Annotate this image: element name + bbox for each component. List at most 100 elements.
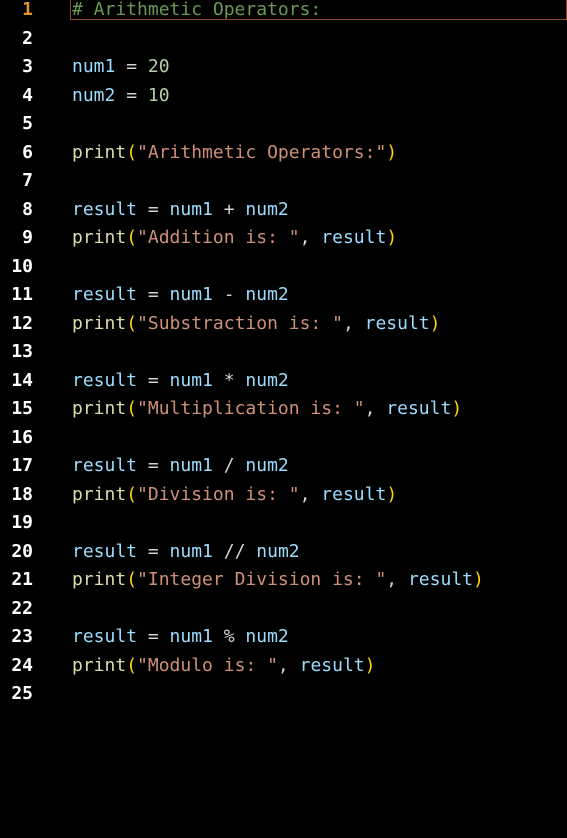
code-token-var: num2 bbox=[245, 626, 289, 647]
code-token-op: % bbox=[212, 626, 246, 647]
code-line[interactable]: 23 result = num1 % num2 bbox=[0, 626, 567, 655]
code-token-paren: ) bbox=[451, 398, 463, 419]
line-code: result = num1 + num2 bbox=[72, 199, 289, 221]
code-token-var: num1 bbox=[169, 455, 213, 476]
line-code: print("Division is: ", result) bbox=[72, 484, 397, 506]
code-line[interactable]: 17 result = num1 / num2 bbox=[0, 455, 567, 484]
code-line[interactable]: 5 bbox=[0, 113, 567, 142]
code-line[interactable]: 3 num1 = 20 bbox=[0, 56, 567, 85]
code-line[interactable]: 16 bbox=[0, 427, 567, 456]
code-token-str: "Addition is: " bbox=[137, 227, 300, 248]
code-token-paren: ) bbox=[364, 654, 376, 676]
code-line[interactable]: 6 print("Arithmetic Operators:") bbox=[0, 142, 567, 171]
code-token-func: print bbox=[72, 483, 127, 505]
line-number: 16 bbox=[11, 426, 33, 448]
line-code: result = num1 // num2 bbox=[72, 541, 300, 563]
line-number: 10 bbox=[11, 255, 33, 277]
code-token-punc: , bbox=[364, 398, 387, 419]
code-token-paren: ( bbox=[126, 483, 138, 505]
line-number: 1 bbox=[22, 0, 33, 20]
code-token-var: result bbox=[72, 455, 138, 476]
code-line[interactable]: 25 bbox=[0, 683, 567, 712]
code-token-comment: # Arithmetic Operators: bbox=[72, 0, 322, 20]
line-number: 25 bbox=[11, 683, 33, 704]
line-number: 7 bbox=[22, 170, 33, 191]
code-token-paren: ) bbox=[386, 227, 398, 248]
code-token-punc: , bbox=[342, 312, 365, 334]
line-code: print("Arithmetic Operators:") bbox=[72, 142, 397, 164]
code-token-var: result bbox=[321, 483, 387, 505]
line-number: 18 bbox=[11, 483, 33, 505]
code-token-op: = bbox=[137, 369, 170, 391]
line-code: num1 = 20 bbox=[72, 56, 170, 78]
code-token-str: "Multiplication is: " bbox=[137, 398, 365, 419]
code-line[interactable]: 13 bbox=[0, 341, 567, 370]
code-line[interactable]: 1 # Arithmetic Operators: bbox=[0, 0, 567, 28]
code-token-punc: , bbox=[299, 483, 322, 505]
code-token-str: "Substraction is: " bbox=[137, 312, 343, 334]
code-line[interactable]: 4 num2 = 10 bbox=[0, 85, 567, 114]
code-token-var: num2 bbox=[72, 84, 116, 106]
code-line[interactable]: 20 result = num1 // num2 bbox=[0, 541, 567, 570]
code-token-paren: ) bbox=[429, 312, 441, 334]
line-code: print("Integer Division is: ", result) bbox=[72, 569, 484, 591]
code-editor[interactable]: 1 # Arithmetic Operators: 2 3 num1 = 20 4 num2… bbox=[0, 0, 567, 838]
code-line[interactable]: 15 print("Multiplication is: ", result) bbox=[0, 398, 567, 427]
code-token-paren: ) bbox=[473, 569, 484, 590]
code-token-paren: ( bbox=[126, 141, 138, 163]
code-token-op: // bbox=[212, 540, 257, 562]
code-token-num: 20 bbox=[147, 56, 170, 77]
code-token-paren: ( bbox=[126, 654, 138, 676]
line-number: 12 bbox=[11, 312, 33, 334]
line-number: 15 bbox=[11, 398, 33, 419]
line-number: 11 bbox=[11, 284, 33, 305]
code-token-var: num2 bbox=[245, 455, 289, 476]
code-line[interactable]: 12 print("Substraction is: ", result) bbox=[0, 313, 567, 342]
line-number: 14 bbox=[11, 369, 33, 391]
code-token-var: result bbox=[72, 369, 138, 391]
line-number: 20 bbox=[11, 540, 33, 562]
code-token-func: print bbox=[72, 227, 127, 248]
code-line[interactable]: 18 print("Division is: ", result) bbox=[0, 484, 567, 513]
code-token-str: "Arithmetic Operators:" bbox=[137, 141, 387, 163]
code-token-var: result bbox=[364, 312, 430, 334]
code-token-var: result bbox=[72, 284, 138, 305]
code-token-op: * bbox=[212, 369, 246, 391]
line-number: 4 bbox=[22, 84, 33, 106]
code-token-str: "Division is: " bbox=[137, 483, 300, 505]
code-line[interactable]: 8 result = num1 + num2 bbox=[0, 199, 567, 228]
code-token-paren: ) bbox=[386, 141, 398, 163]
line-code: num2 = 10 bbox=[72, 85, 170, 107]
code-token-punc: , bbox=[299, 227, 322, 248]
code-line[interactable]: 21 print("Integer Division is: ", result) bbox=[0, 569, 567, 598]
line-number: 17 bbox=[11, 455, 33, 476]
line-number: 2 bbox=[22, 27, 33, 49]
code-token-num: 10 bbox=[147, 84, 170, 106]
code-line[interactable]: 7 bbox=[0, 170, 567, 199]
code-line[interactable]: 9 print("Addition is: ", result) bbox=[0, 227, 567, 256]
code-line[interactable]: 14 result = num1 * num2 bbox=[0, 370, 567, 399]
line-number: 8 bbox=[22, 198, 33, 220]
code-token-var: result bbox=[407, 569, 473, 590]
code-token-var: num1 bbox=[169, 540, 213, 562]
code-token-var: result bbox=[386, 398, 452, 419]
line-code: result = num1 - num2 bbox=[72, 284, 289, 306]
line-code: print("Multiplication is: ", result) bbox=[72, 398, 462, 420]
line-code: print("Substraction is: ", result) bbox=[72, 313, 441, 335]
code-token-op: = bbox=[137, 540, 170, 562]
code-line[interactable]: 2 bbox=[0, 28, 567, 57]
code-token-str: "Modulo is: " bbox=[137, 654, 278, 676]
code-token-var: num2 bbox=[245, 284, 289, 305]
code-token-var: num1 bbox=[169, 369, 213, 391]
code-line[interactable]: 24 print("Modulo is: ", result) bbox=[0, 655, 567, 684]
code-line[interactable]: 10 bbox=[0, 256, 567, 285]
line-code: result = num1 * num2 bbox=[72, 370, 289, 392]
code-token-paren: ( bbox=[126, 312, 138, 334]
code-line[interactable]: 11 result = num1 - num2 bbox=[0, 284, 567, 313]
line-number: 3 bbox=[22, 56, 33, 77]
line-number: 13 bbox=[11, 341, 33, 362]
code-line[interactable]: 22 bbox=[0, 598, 567, 627]
code-line[interactable]: 19 bbox=[0, 512, 567, 541]
line-number: 6 bbox=[22, 141, 33, 163]
line-number: 5 bbox=[22, 113, 33, 134]
